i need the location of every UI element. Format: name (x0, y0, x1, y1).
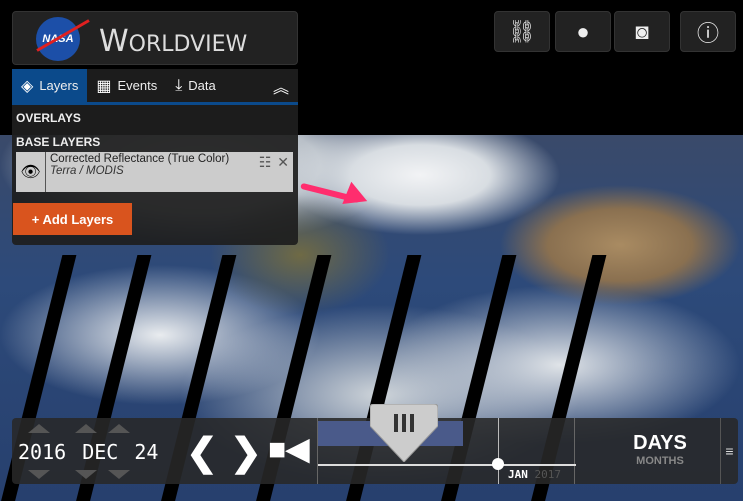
collapse-button[interactable]: ︽ (264, 69, 298, 102)
snapshot-button[interactable]: ◙ (614, 11, 670, 52)
timeline-axis[interactable]: JAN 2017 (317, 418, 576, 484)
animation-camera-icon[interactable]: ■◀ (268, 432, 309, 467)
overlays-heading: OVERLAYS (16, 111, 81, 125)
sidebar: ◈ Layers ▦ Events ⤓ Data ︽ OVERLAYS BASE LA… (12, 69, 298, 245)
layer-item[interactable]: 👁 Corrected Reflectance (True Color) Terr… (16, 152, 293, 192)
zoom-level-selector[interactable]: DAYS MONTHS (612, 432, 708, 467)
month-field[interactable]: DEC (82, 440, 118, 464)
layers-icon: ◈ (21, 77, 34, 95)
date-selector[interactable]: 2016 DEC 24 (18, 440, 158, 464)
axis-label: JAN 2017 (508, 468, 561, 481)
year-field[interactable]: 2016 (18, 440, 66, 464)
globe-icon: ● (576, 18, 590, 44)
day-field[interactable]: 24 (134, 440, 158, 464)
link-icon: ⛓ (508, 18, 536, 44)
close-icon[interactable]: ✕ (277, 154, 289, 190)
tab-label: Data (188, 78, 216, 93)
layer-title: Corrected Reflectance (True Color) (50, 153, 230, 165)
layer-subtitle: Terra / MODIS (50, 165, 124, 177)
month-boundary (498, 418, 499, 484)
camera-icon: ◙ (635, 18, 649, 44)
zoom-months[interactable]: MONTHS (612, 455, 708, 467)
today-marker (492, 458, 504, 470)
next-day-button[interactable]: ❯ (230, 430, 262, 475)
download-icon: ⤓ (175, 76, 183, 94)
year-down-arrow[interactable] (28, 470, 50, 479)
previous-day-button[interactable]: ❮ (186, 430, 218, 475)
chevron-double-up-icon: ︽ (272, 79, 289, 97)
base-layers-heading: BASE LAYERS (16, 135, 101, 149)
app-logo[interactable]: NASA WORLDVIEW (12, 11, 298, 65)
projection-button[interactable]: ● (555, 11, 611, 52)
axis-baseline (318, 464, 576, 466)
tab-layers[interactable]: ◈ Layers (12, 69, 88, 102)
month-up-arrow[interactable] (75, 424, 97, 433)
day-down-arrow[interactable] (108, 470, 130, 479)
calendar-icon: ▦ (96, 77, 112, 95)
add-layers-button[interactable]: + Add Layers (13, 203, 132, 235)
month-down-arrow[interactable] (75, 470, 97, 479)
eye-icon[interactable]: 👁 (16, 152, 46, 192)
settings-sliders-icon[interactable]: ☷ (259, 154, 272, 190)
sidebar-tabs: ◈ Layers ▦ Events ⤓ Data ︽ (12, 69, 298, 105)
app-title: WORLDVIEW (99, 24, 248, 59)
tab-label: Layers (39, 78, 79, 93)
info-icon: ⓘ (696, 20, 719, 46)
link-button[interactable]: ⛓ (494, 11, 550, 52)
day-up-arrow[interactable] (108, 424, 130, 433)
hamburger-icon[interactable]: ≡ (720, 418, 738, 484)
tab-data[interactable]: ⤓ Data (166, 69, 225, 102)
info-button[interactable]: ⓘ (680, 11, 736, 52)
tab-label: Events (117, 78, 158, 93)
zoom-days[interactable]: DAYS (612, 432, 708, 455)
timeline-date-handle[interactable] (370, 404, 438, 462)
tab-events[interactable]: ▦ Events (87, 69, 166, 102)
year-up-arrow[interactable] (28, 424, 50, 433)
